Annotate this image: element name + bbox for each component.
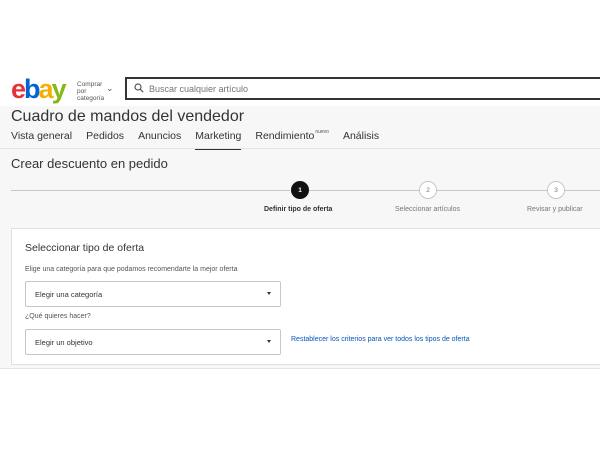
- tab-rendimiento[interactable]: Rendimientonuevo: [255, 128, 329, 150]
- search-bar[interactable]: [125, 77, 600, 100]
- tab-analisis[interactable]: Análisis: [343, 130, 379, 150]
- stepper-line: [565, 190, 600, 191]
- stepper-line: [11, 190, 290, 191]
- tabs-divider: [0, 148, 600, 149]
- caret-down-icon: [267, 340, 271, 343]
- goal-select-value: Elegir un objetivo: [35, 338, 93, 347]
- step-3-indicator: 3: [547, 181, 565, 199]
- reset-criteria-link[interactable]: Restablecer los criterios para ver todos…: [291, 336, 470, 343]
- dashboard-tabs: Vista general Pedidos Anuncios Marketing…: [11, 128, 393, 150]
- step-3-label: Revisar y publicar: [527, 206, 583, 213]
- category-select[interactable]: Elegir una categoría: [25, 281, 281, 307]
- card-title: Seleccionar tipo de oferta: [25, 242, 145, 254]
- offer-type-card: Seleccionar tipo de oferta Elige una cat…: [11, 228, 600, 365]
- tab-anuncios[interactable]: Anuncios: [138, 130, 181, 150]
- stepper-line: [437, 190, 547, 191]
- stepper-line: [309, 190, 419, 191]
- tab-vista-general[interactable]: Vista general: [11, 130, 72, 150]
- search-input[interactable]: [149, 82, 589, 95]
- chevron-down-icon[interactable]: ⌄: [106, 83, 114, 94]
- category-hint: Elige una categoría para que podamos rec…: [25, 266, 238, 273]
- step-1-label: Definir tipo de oferta: [264, 206, 333, 213]
- tab-pedidos[interactable]: Pedidos: [86, 130, 124, 150]
- category-select-value: Elegir una categoría: [35, 290, 103, 299]
- new-badge: nuevo: [315, 128, 329, 135]
- search-icon: [134, 83, 144, 93]
- step-2-indicator: 2: [419, 181, 437, 199]
- page-title: Crear descuento en pedido: [11, 156, 168, 171]
- caret-down-icon: [267, 292, 271, 295]
- step-1-indicator: 1: [291, 181, 309, 199]
- step-2-label: Seleccionar artículos: [395, 206, 460, 213]
- goal-question: ¿Qué quieres hacer?: [25, 313, 91, 320]
- ebay-logo[interactable]: ebay: [11, 76, 67, 103]
- dashboard-title: Cuadro de mandos del vendedor: [11, 108, 245, 125]
- tab-marketing[interactable]: Marketing: [195, 130, 242, 150]
- goal-select[interactable]: Elegir un objetivo: [25, 329, 281, 355]
